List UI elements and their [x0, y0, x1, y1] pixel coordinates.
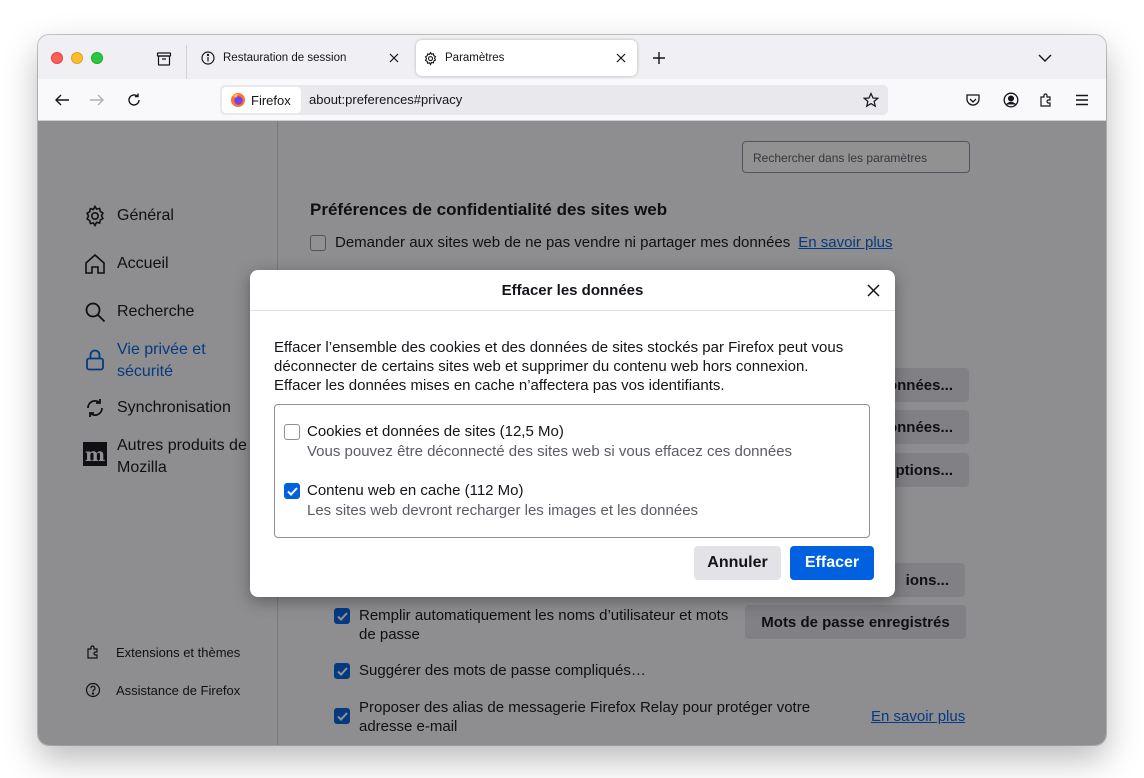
firefox-logo-icon: [231, 93, 245, 107]
zoom-window-button[interactable]: [91, 52, 103, 64]
bookmark-star-button[interactable]: [860, 89, 882, 111]
browser-window: Restauration de session Paramètres Firef…: [38, 35, 1106, 745]
dialog-options-box: Cookies et données de sites (12,5 Mo) Vo…: [274, 404, 870, 538]
option-label: Contenu web en cache (112 Mo): [307, 482, 524, 499]
star-icon: [863, 92, 879, 108]
dialog-close-button[interactable]: [863, 280, 883, 300]
tab-strip: Restauration de session Paramètres: [38, 35, 1106, 79]
option-cache[interactable]: Contenu web en cache (112 Mo) Les sites …: [284, 481, 698, 520]
firefox-view-icon: [156, 52, 172, 66]
arrow-left-icon: [55, 94, 69, 106]
tab-settings[interactable]: Paramètres: [416, 40, 637, 76]
option-cookies[interactable]: Cookies et données de sites (12,5 Mo) Vo…: [284, 422, 792, 461]
app-menu-button[interactable]: [1070, 88, 1094, 112]
tab-label: Restauration de session: [223, 52, 347, 64]
back-button[interactable]: [50, 88, 74, 112]
account-button[interactable]: [999, 88, 1023, 112]
pocket-icon: [966, 94, 980, 106]
close-icon: [866, 283, 880, 297]
tab-close-icon[interactable]: [613, 50, 629, 66]
chevron-down-icon: [1038, 54, 1052, 62]
url-bar[interactable]: Firefox about:preferences#privacy: [220, 85, 888, 115]
new-tab-button[interactable]: [648, 47, 670, 69]
hamburger-icon: [1076, 94, 1088, 106]
dialog-header: Effacer les données: [250, 270, 895, 311]
clear-button[interactable]: Effacer: [790, 546, 874, 580]
minimize-window-button[interactable]: [71, 52, 83, 64]
info-icon: [200, 50, 216, 66]
identity-box[interactable]: Firefox: [222, 87, 301, 113]
reload-icon: [128, 93, 140, 106]
cancel-button[interactable]: Annuler: [694, 546, 781, 580]
puzzle-icon: [1040, 93, 1051, 107]
option-description: Vous pouvez être déconnecté des sites we…: [307, 443, 793, 460]
preferences-content: Général Accueil Recherche Vie privée et s…: [38, 121, 1106, 745]
identity-label: Firefox: [251, 92, 291, 108]
pocket-button[interactable]: [961, 88, 985, 112]
extensions-button[interactable]: [1034, 88, 1058, 112]
reload-button[interactable]: [122, 88, 146, 112]
dialog-title: Effacer les données: [501, 282, 644, 299]
tab-session-restore[interactable]: Restauration de session: [194, 40, 410, 76]
option-label: Cookies et données de sites (12,5 Mo): [307, 423, 564, 440]
close-window-button[interactable]: [51, 52, 63, 64]
tab-close-icon[interactable]: [386, 50, 402, 66]
tab-label: Paramètres: [445, 52, 505, 64]
arrow-right-icon: [90, 94, 104, 106]
clear-data-dialog: Effacer les données Effacer l’ensemble d…: [250, 270, 895, 597]
tab-separator: [186, 45, 187, 79]
navigation-toolbar: Firefox about:preferences#privacy: [38, 79, 1106, 121]
account-icon: [1003, 92, 1019, 108]
url-text[interactable]: about:preferences#privacy: [309, 92, 462, 107]
list-all-tabs-button[interactable]: [1034, 47, 1056, 69]
forward-button[interactable]: [85, 88, 109, 112]
cookies-checkbox[interactable]: [284, 424, 300, 440]
gear-icon: [422, 50, 438, 66]
cache-checkbox[interactable]: [284, 483, 300, 499]
option-description: Les sites web devront recharger les imag…: [307, 502, 699, 519]
dialog-description: Effacer l’ensemble des cookies et des do…: [274, 339, 844, 394]
firefox-view-button[interactable]: [152, 47, 176, 71]
plus-icon: [653, 52, 665, 64]
